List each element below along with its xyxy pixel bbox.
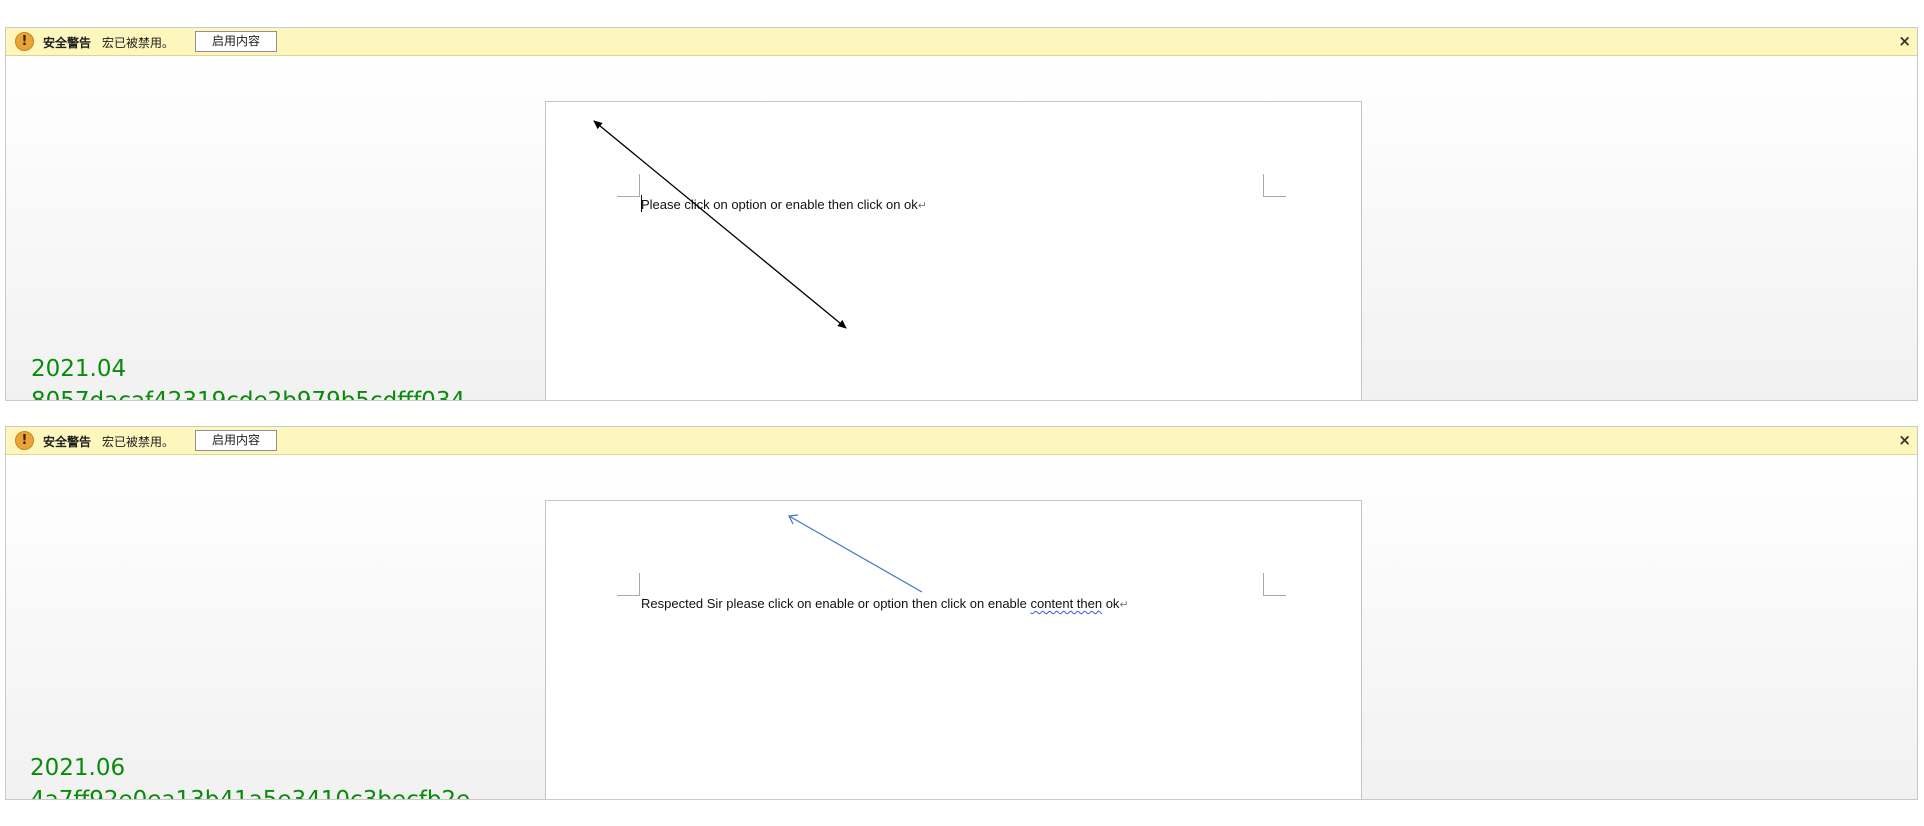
stamp-date: 2021.04 <box>31 356 127 382</box>
enable-content-button[interactable]: 启用内容 <box>195 430 277 451</box>
close-icon[interactable]: × <box>1898 431 1911 449</box>
document-text-start: Respected Sir please click on enable or … <box>641 596 1031 611</box>
macros-disabled-message: 宏已被禁用。 <box>102 36 175 50</box>
pointer-arrow-line <box>788 515 923 593</box>
warning-icon: ! <box>15 32 34 51</box>
document-text-end: ok <box>1102 596 1120 611</box>
paragraph-mark-icon: ↵ <box>1119 599 1129 611</box>
document-body-text[interactable]: Respected Sir please click on enable or … <box>641 596 1129 611</box>
stamp-date: 2021.06 <box>30 755 126 781</box>
stamp-hash: 4a7ff92e0ea13b41a5e3410c3becfb2e <box>30 787 471 800</box>
security-warning-bar: ! 安全警告 宏已被禁用。 启用内容 × <box>6 28 1917 56</box>
margin-corner-right <box>1263 174 1286 197</box>
document-page[interactable]: Respected Sir please click on enable or … <box>545 500 1363 800</box>
security-warning-title: 安全警告 <box>43 435 92 449</box>
screenshot-panel-1: ! 安全警告 宏已被禁用。 启用内容 × Please click on opt… <box>5 27 1918 401</box>
sample-stamp: 2021.06 4a7ff92e0ea13b41a5e3410c3becfb2e <box>30 752 471 800</box>
margin-corner-left <box>617 573 640 596</box>
document-body-text[interactable]: Please click on option or enable then cl… <box>641 197 927 212</box>
margin-corner-right <box>1263 573 1286 596</box>
document-workspace: Please click on option or enable then cl… <box>6 56 1917 401</box>
pointer-arrow-shape[interactable] <box>546 501 1363 800</box>
security-warning-title: 安全警告 <box>43 36 92 50</box>
document-text: Please click on option or enable then cl… <box>641 197 918 212</box>
double-arrow-shape[interactable] <box>546 102 1363 401</box>
screenshot-panel-2: ! 安全警告 宏已被禁用。 启用内容 × Respected Sir pleas… <box>5 426 1918 800</box>
stamp-hash: 8057dacaf42319cde2b979b5cdfff034 <box>31 388 466 401</box>
spellcheck-underlined-text: content then <box>1030 596 1103 611</box>
margin-corner-left <box>617 174 640 197</box>
document-workspace: Respected Sir please click on enable or … <box>6 455 1917 800</box>
document-page[interactable]: Please click on option or enable then cl… <box>545 101 1363 401</box>
warning-icon: ! <box>15 431 34 450</box>
double-arrow-line <box>593 120 847 329</box>
paragraph-mark-icon: ↵ <box>917 200 927 212</box>
security-warning-bar: ! 安全警告 宏已被禁用。 启用内容 × <box>6 427 1917 455</box>
enable-content-button[interactable]: 启用内容 <box>195 31 277 52</box>
close-icon[interactable]: × <box>1898 32 1911 50</box>
macros-disabled-message: 宏已被禁用。 <box>102 435 175 449</box>
pointer-arrow-head-icon <box>788 514 799 525</box>
sample-stamp: 2021.04 8057dacaf42319cde2b979b5cdfff034 <box>31 353 466 401</box>
